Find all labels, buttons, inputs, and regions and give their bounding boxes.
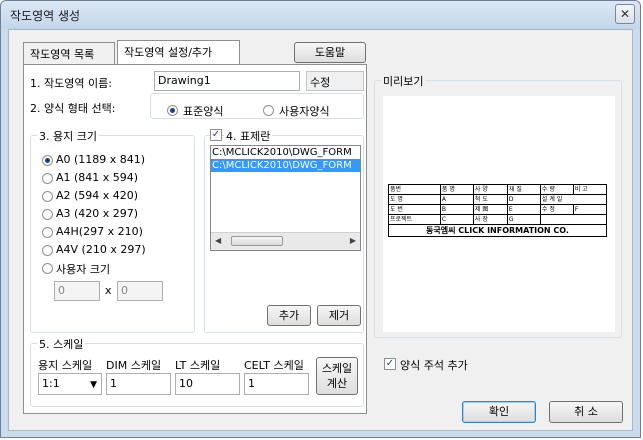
horizontal-scrollbar[interactable]: ◀ ▶ (211, 232, 360, 250)
scrollbar-thumb[interactable] (231, 236, 283, 246)
lt-scale-input[interactable]: 10 (175, 373, 240, 395)
chevron-down-icon[interactable]: ▼ (90, 377, 97, 393)
dim-scale-label: DIM 스케일 (106, 359, 162, 372)
preview-cell: 수 량 (539, 184, 574, 195)
tab-panel: 1. 작도영역 이름: Drawing1 수정 2. 양식 형태 선택: 표준양… (23, 64, 367, 414)
tab-area-list[interactable]: 작도영역 목록 (23, 42, 115, 64)
paper-a1-label: A1 (841 x 594) (56, 171, 139, 184)
paper-a2-label: A2 (594 x 420) (56, 189, 139, 202)
paper-a4v-label: A4V (210 x 297) (56, 243, 146, 256)
preview-cell: B (439, 204, 474, 215)
preview-canvas: 품번 품 명 사 양 재 질 수 량 비 고 도 명 A 척 도 D 설 계 일 (383, 96, 615, 332)
preview-cell: 제 图 (472, 204, 508, 215)
lt-scale-label: LT 스케일 (175, 359, 221, 372)
paper-a0-label: A0 (1189 x 841) (56, 153, 146, 166)
add-title-block-button[interactable]: 추가 (267, 305, 311, 326)
preview-cell: 설 계 일 (539, 194, 608, 205)
preview-footer: 동국엠씨 CLICK INFORMATION CO. (388, 224, 607, 237)
preview-cell: 비 고 (572, 184, 608, 195)
help-button[interactable]: 도움말 (294, 42, 366, 63)
custom-width-input[interactable]: 0 (54, 281, 100, 301)
preview-cell: 품 명 (439, 184, 474, 195)
paper-size-label: 3. 용지 크기 (37, 128, 99, 144)
title-block-list-item-selected[interactable]: C:\MCLICK2010\DWG_FORM (211, 159, 360, 172)
preview-cell: E (506, 204, 541, 215)
title-block-listbox[interactable]: C:\MCLICK2010\DWG_FORM C:\MCLICK2010\DWG… (210, 145, 361, 251)
close-button[interactable]: ✕ (615, 4, 635, 24)
ok-button[interactable]: 확인 (462, 401, 536, 423)
preview-cell (539, 214, 608, 225)
paper-a4v-radio[interactable] (42, 245, 53, 256)
dialog-window: 작도영역 생성 ✕ 작도영역 목록 작도영역 설정/추가 도움말 1. 작도영역… (0, 0, 641, 438)
paper-scale-value: 1:1 (42, 377, 60, 390)
preview-cell: 사 양 (472, 184, 508, 195)
calculate-scale-line2: 계산 (326, 377, 348, 390)
preview-label: 미리보기 (381, 73, 426, 89)
preview-cell: D (506, 194, 541, 205)
celt-scale-label: CELT 스케일 (244, 359, 304, 372)
paper-a3-label: A3 (420 x 297) (56, 207, 139, 220)
area-name-input[interactable]: Drawing1 (154, 71, 300, 91)
custom-size-x-label: x (105, 284, 112, 297)
preview-cell: 재 질 (506, 184, 541, 195)
paper-scale-label: 용지 스케일 (38, 359, 93, 372)
preview-cell: 수 정 (539, 204, 574, 215)
format-type-label: 2. 양식 형태 선택: (30, 102, 116, 115)
title-bar[interactable]: 작도영역 생성 ✕ (1, 1, 640, 29)
window-title: 작도영역 생성 (10, 9, 81, 23)
custom-height-input[interactable]: 0 (117, 281, 163, 301)
title-block-label: 4. 표제란 (224, 128, 273, 144)
paper-a4h-radio[interactable] (42, 227, 53, 238)
preview-cell: C (439, 214, 474, 225)
paper-a0-radio[interactable] (42, 155, 53, 166)
paper-a2-radio[interactable] (42, 191, 53, 202)
area-name-label: 1. 작도영역 이름: (30, 77, 112, 90)
preview-title-block: 품번 품 명 사 양 재 질 수 량 비 고 도 명 A 척 도 D 설 계 일 (388, 184, 608, 237)
calculate-scale-button[interactable]: 스케일 계산 (316, 357, 358, 395)
preview-cell: 척 도 (472, 194, 508, 205)
paper-custom-radio[interactable] (42, 263, 53, 274)
paper-custom-label: 사용자 크기 (56, 263, 111, 276)
paper-a1-radio[interactable] (42, 173, 53, 184)
paper-scale-select[interactable]: 1:1 ▼ (38, 373, 102, 395)
remove-title-block-button[interactable]: 제거 (317, 305, 361, 326)
cancel-button[interactable]: 취 소 (549, 401, 623, 423)
check-icon: ✓ (385, 358, 395, 369)
scroll-right-icon[interactable]: ▶ (350, 236, 356, 245)
tab-area-settings[interactable]: 작도영역 설정/추가 (117, 40, 240, 64)
format-standard-label: 표준양식 (183, 105, 224, 118)
calculate-scale-line1: 스케일 (321, 362, 353, 375)
area-name-edit-button[interactable]: 수정 (306, 71, 364, 91)
preview-cell: 프로젝트 (388, 214, 441, 225)
format-user-radio[interactable] (263, 105, 274, 116)
title-block-checkbox[interactable]: ✓ (210, 129, 222, 141)
preview-cell: 품번 (388, 184, 441, 195)
title-block-list-item[interactable]: C:\MCLICK2010\DWG_FORM (211, 146, 360, 159)
format-standard-radio[interactable] (167, 105, 178, 116)
check-icon: ✓ (211, 129, 221, 140)
paper-a3-radio[interactable] (42, 209, 53, 220)
preview-cell: 사 장 (472, 214, 508, 225)
preview-cell: F (572, 204, 608, 215)
close-icon: ✕ (619, 7, 631, 21)
dialog-client: 작도영역 목록 작도영역 설정/추가 도움말 1. 작도영역 이름: Drawi… (8, 29, 633, 431)
scale-label: 5. 스케일 (37, 336, 86, 352)
format-user-label: 사용자양식 (279, 105, 330, 118)
annotation-checkbox[interactable]: ✓ (384, 358, 396, 370)
preview-cell: 도 명 (388, 194, 441, 205)
preview-cell: 도 번 (388, 204, 441, 215)
dim-scale-input[interactable]: 1 (106, 373, 171, 395)
annotation-checkbox-label: 양식 주석 추가 (400, 359, 468, 372)
scroll-left-icon[interactable]: ◀ (215, 236, 221, 245)
preview-cell: A (439, 194, 474, 205)
paper-a4h-label: A4H(297 x 210) (56, 225, 143, 238)
preview-cell: G (506, 214, 541, 225)
celt-scale-input[interactable]: 1 (244, 373, 309, 395)
